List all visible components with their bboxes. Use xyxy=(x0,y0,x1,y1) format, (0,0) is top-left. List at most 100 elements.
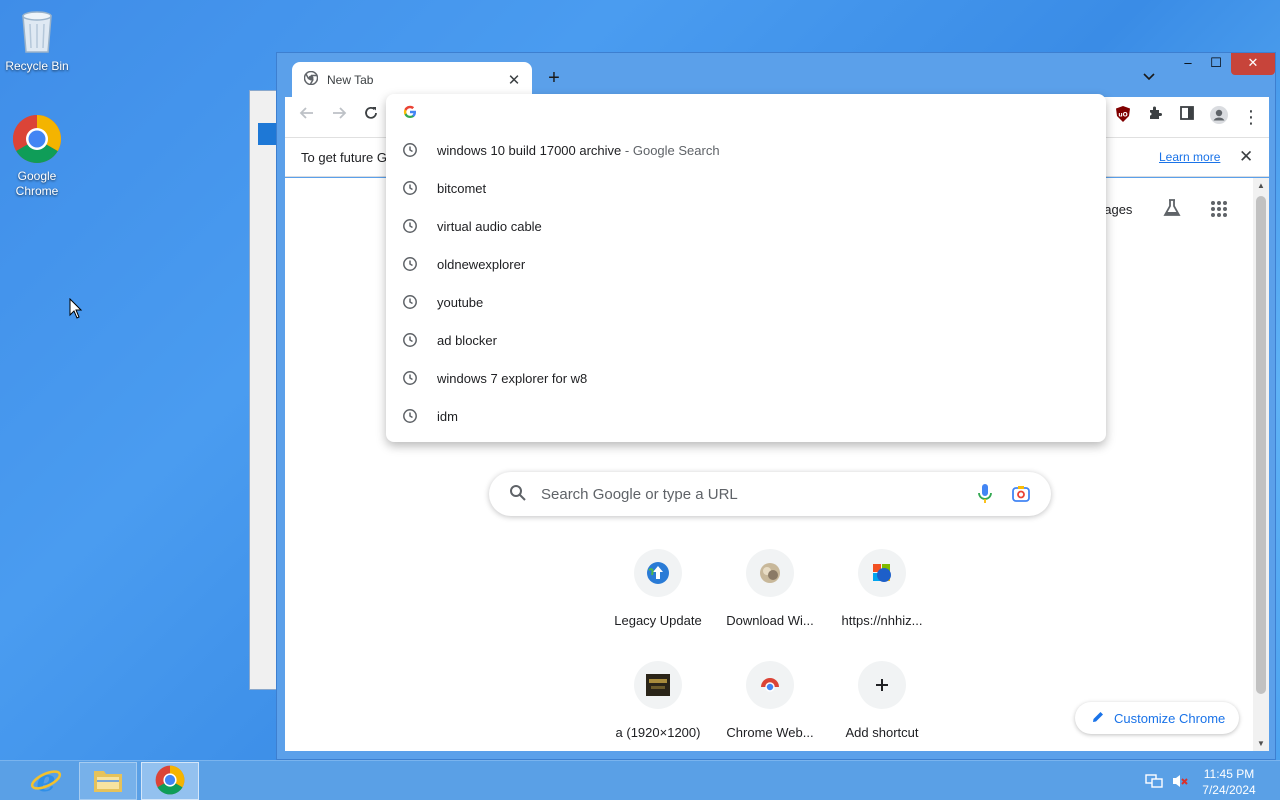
back-arrow-icon[interactable] xyxy=(295,105,319,129)
shortcut-tile[interactable]: Download Wi... xyxy=(714,549,826,628)
shortcut-label: a (1920×1200) xyxy=(615,725,701,740)
desktop-icon-recycle-bin[interactable]: Recycle Bin xyxy=(1,6,73,73)
scrollbar-thumb[interactable] xyxy=(1256,196,1266,694)
network-icon[interactable] xyxy=(1145,773,1163,800)
chrome-logo-icon xyxy=(155,765,185,798)
search-placeholder: Search Google or type a URL xyxy=(541,486,738,503)
omnibox-suggestion[interactable]: idm xyxy=(386,397,1106,435)
volume-muted-icon[interactable] xyxy=(1171,773,1189,800)
taskbar-file-explorer[interactable] xyxy=(79,762,137,800)
learn-more-link[interactable]: Learn more xyxy=(1159,150,1220,164)
shortcut-label: https://nhhiz... xyxy=(841,613,923,628)
side-panel-icon[interactable] xyxy=(1175,105,1199,129)
search-icon xyxy=(509,484,527,505)
shortcut-tile[interactable]: a (1920×1200) xyxy=(602,661,714,740)
chrome-logo-icon xyxy=(1,114,73,167)
internet-explorer-icon: e xyxy=(30,764,62,799)
history-clock-icon xyxy=(402,180,418,196)
shortcut-tile[interactable]: Legacy Update xyxy=(602,549,714,628)
close-icon[interactable]: ✕ xyxy=(1239,147,1253,167)
omnibox-suggestion[interactable]: ad blocker xyxy=(386,321,1106,359)
minimize-button[interactable]: – xyxy=(1175,53,1201,75)
forward-arrow-icon[interactable] xyxy=(327,105,351,129)
add-shortcut-tile[interactable]: Add shortcut xyxy=(826,661,938,740)
history-clock-icon xyxy=(402,370,418,386)
reload-icon[interactable] xyxy=(359,105,383,129)
mouse-cursor-icon xyxy=(69,297,83,323)
new-tab-plus-icon[interactable]: + xyxy=(543,67,565,89)
microphone-icon[interactable] xyxy=(977,483,993,508)
desktop-icon-label: Recycle Bin xyxy=(5,59,69,73)
globe-update-icon xyxy=(634,549,682,597)
taskbar-google-chrome[interactable] xyxy=(141,762,199,800)
omnibox-suggestion[interactable]: bitcomet xyxy=(386,169,1106,207)
window-selection-strip xyxy=(258,123,278,145)
taskbar-internet-explorer[interactable]: e xyxy=(17,762,75,800)
omnibox-suggestion[interactable]: windows 7 explorer for w8 xyxy=(386,359,1106,397)
desktop-icon-label: Google Chrome xyxy=(15,169,59,198)
recycle-bin-icon xyxy=(1,6,73,57)
history-clock-icon xyxy=(402,408,418,424)
chevron-down-icon[interactable] xyxy=(1143,69,1155,84)
tab-new-tab[interactable]: New Tab ✕ xyxy=(292,62,532,97)
extensions-puzzle-icon[interactable] xyxy=(1143,105,1167,129)
history-clock-icon xyxy=(402,218,418,234)
omnibox-suggestion[interactable]: youtube xyxy=(386,283,1106,321)
history-clock-icon xyxy=(402,294,418,310)
download-favicon-icon xyxy=(746,549,794,597)
windows-globe-icon xyxy=(858,549,906,597)
window-close-button[interactable]: ✕ xyxy=(1231,53,1275,75)
suggestion-text: windows 7 explorer for w8 xyxy=(437,370,588,386)
scroll-down-arrow-icon[interactable]: ▼ xyxy=(1253,739,1269,748)
suggestion-text: ad blocker xyxy=(437,332,497,348)
clock-time: 11:45 PM xyxy=(1203,767,1255,781)
history-clock-icon xyxy=(402,142,418,158)
folder-icon xyxy=(92,766,124,797)
infobar-text: To get future G xyxy=(301,150,387,165)
more-menu-icon[interactable]: ⋮ xyxy=(1239,105,1263,129)
shortcut-label: Chrome Web... xyxy=(726,725,814,740)
omnibox-dropdown: windows 10 build 17000 archive - Google … xyxy=(386,94,1106,442)
pencil-icon xyxy=(1091,710,1105,727)
suggestion-text: oldnewexplorer xyxy=(437,256,526,272)
suggestion-text: youtube xyxy=(437,294,484,310)
chrome-web-store-icon xyxy=(746,661,794,709)
labs-flask-icon[interactable] xyxy=(1162,198,1182,221)
shortcut-label: Download Wi... xyxy=(726,613,814,628)
scroll-up-arrow-icon[interactable]: ▲ xyxy=(1253,181,1269,190)
history-clock-icon xyxy=(402,256,418,272)
shortcut-tile[interactable]: Chrome Web... xyxy=(714,661,826,740)
taskbar: e 11:45 PM 7/24/2024 xyxy=(0,760,1280,800)
omnibox-suggestion[interactable]: windows 10 build 17000 archive - Google … xyxy=(386,131,1106,169)
shortcut-label: Legacy Update xyxy=(614,613,702,628)
desktop-icon-google-chrome[interactable]: Google Chrome xyxy=(1,114,73,199)
shortcut-label: Add shortcut xyxy=(845,725,919,740)
tab-title: New Tab xyxy=(327,72,374,87)
history-clock-icon xyxy=(402,332,418,348)
image-thumbnail-icon xyxy=(634,661,682,709)
shortcut-tile[interactable]: https://nhhiz... xyxy=(826,549,938,628)
ublock-extension-icon[interactable]: uO xyxy=(1111,105,1135,129)
vertical-scrollbar[interactable]: ▲ ▼ xyxy=(1253,178,1269,751)
system-clock[interactable]: 11:45 PM 7/24/2024 xyxy=(1196,766,1262,798)
svg-text:e: e xyxy=(36,764,55,796)
omnibox-suggestion[interactable]: oldnewexplorer xyxy=(386,245,1106,283)
google-g-icon xyxy=(403,105,417,122)
customize-chrome-button[interactable]: Customize Chrome xyxy=(1075,702,1239,734)
close-icon[interactable]: ✕ xyxy=(506,71,522,89)
ntp-search-box[interactable]: Search Google or type a URL xyxy=(489,472,1051,516)
suggestion-text: virtual audio cable xyxy=(437,218,542,234)
clock-date: 7/24/2024 xyxy=(1202,783,1256,797)
maximize-button[interactable]: ☐ xyxy=(1203,53,1229,75)
suggestion-text: idm xyxy=(437,408,458,424)
suggestion-text: bitcomet xyxy=(437,180,487,196)
suggestion-text: windows 10 build 17000 archive xyxy=(437,142,622,158)
apps-grid-icon[interactable] xyxy=(1210,200,1228,221)
plus-icon xyxy=(858,661,906,709)
google-lens-icon[interactable] xyxy=(1011,484,1031,507)
chrome-favicon-icon xyxy=(303,70,319,88)
tab-strip: New Tab ✕ + – ☐ ✕ xyxy=(277,53,1275,97)
customize-label: Customize Chrome xyxy=(1114,710,1226,726)
profile-avatar-icon[interactable] xyxy=(1207,105,1231,129)
omnibox-suggestion[interactable]: virtual audio cable xyxy=(386,207,1106,245)
